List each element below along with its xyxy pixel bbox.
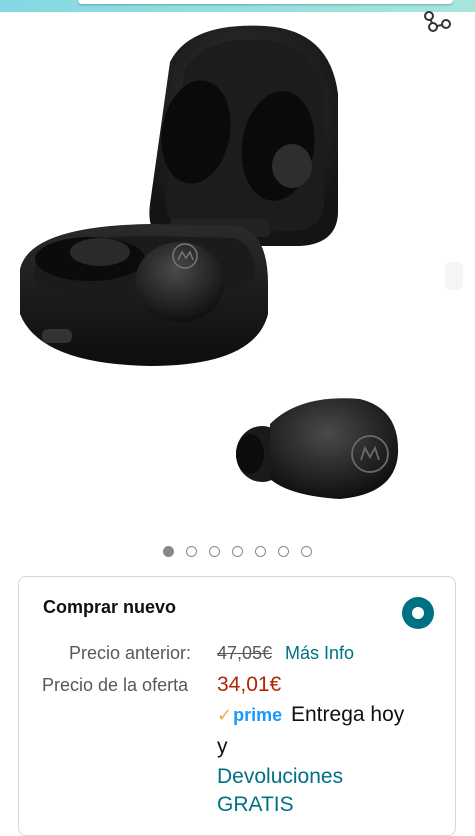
gallery-dot-2[interactable] — [186, 546, 197, 557]
offer-radio-button[interactable] — [402, 597, 434, 629]
delivery-conjunction: y — [217, 735, 228, 758]
free-returns-link-line1[interactable]: Devoluciones — [217, 765, 343, 789]
search-bar-edge[interactable] — [78, 0, 453, 4]
prime-label: prime — [233, 705, 283, 725]
deal-price-label: Precio de la oferta — [42, 675, 189, 695]
gallery-dot-6[interactable] — [278, 546, 289, 557]
previous-price-value: 47,05€ — [217, 643, 273, 663]
delivery-text: Entrega hoy — [291, 703, 405, 726]
free-returns-link-line2[interactable]: GRATIS — [217, 793, 294, 817]
offer-title: Comprar nuevo — [43, 597, 177, 617]
prime-check-icon: ✓ — [217, 705, 233, 725]
gallery-dot-7[interactable] — [301, 546, 312, 557]
deal-price-value: 34,01€ — [217, 673, 282, 696]
gallery-dot-5[interactable] — [255, 546, 266, 557]
gallery-next-hint[interactable] — [445, 262, 463, 290]
product-image-gallery[interactable] — [0, 14, 475, 534]
gallery-dot-3[interactable] — [209, 546, 220, 557]
more-info-link[interactable]: Más Info — [285, 643, 354, 664]
prime-badge: ✓prime — [217, 705, 282, 726]
product-image-earbuds — [20, 25, 399, 499]
buy-new-offer-card[interactable]: Comprar nuevo Precio anterior: 47,05€ Má… — [18, 576, 456, 836]
gallery-dot-1[interactable] — [163, 546, 174, 557]
gallery-pagination — [0, 546, 475, 557]
gallery-dot-4[interactable] — [232, 546, 243, 557]
previous-price-label: Precio anterior: — [69, 643, 192, 663]
